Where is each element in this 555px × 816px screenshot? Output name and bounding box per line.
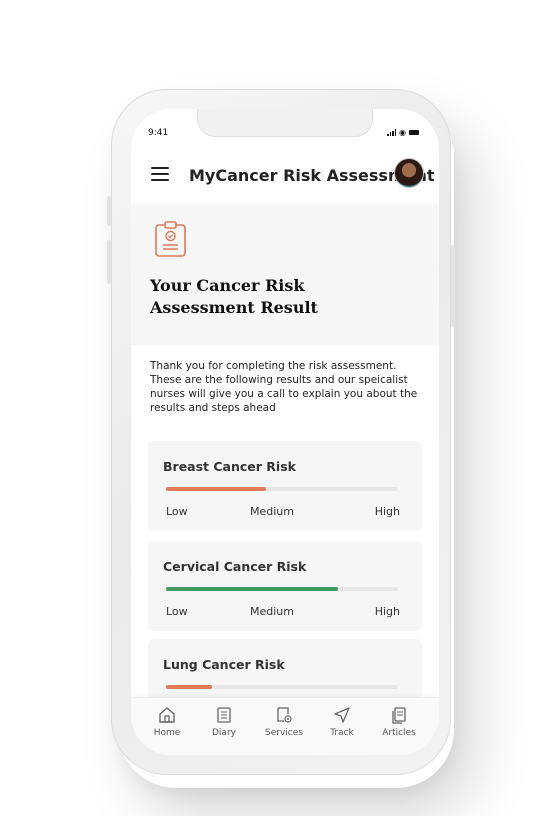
hamburger-menu-icon[interactable]: [151, 167, 169, 181]
side-button: [107, 240, 111, 284]
nav-label: Articles: [382, 728, 416, 738]
clipboard-check-icon: [154, 220, 187, 262]
nav-articles[interactable]: Articles: [371, 706, 427, 738]
nav-home[interactable]: Home: [139, 706, 195, 738]
result-banner: Your Cancer Risk Assessment Result: [131, 205, 439, 345]
risk-label-medium: Medium: [250, 505, 294, 518]
nav-services[interactable]: Services: [256, 706, 312, 738]
home-icon: [159, 707, 175, 723]
risk-label-low: Low: [166, 605, 188, 618]
risk-label-high: High: [374, 605, 400, 618]
risk-bar: [166, 685, 398, 689]
risk-card-breast: Breast Cancer Risk Low Medium High: [148, 441, 422, 531]
side-button: [107, 196, 111, 226]
battery-icon: [409, 130, 419, 135]
avatar[interactable]: [394, 158, 424, 188]
services-icon: [277, 707, 292, 723]
risk-label-medium: Medium: [250, 605, 294, 618]
nav-label: Track: [330, 728, 354, 738]
nav-label: Home: [153, 728, 181, 738]
articles-icon: [392, 707, 406, 724]
status-time: 9:41: [148, 128, 169, 138]
risk-title: Lung Cancer Risk: [163, 657, 285, 672]
nav-track[interactable]: Track: [314, 706, 370, 738]
app-header: MyCancer Risk Assessment: [131, 149, 439, 203]
side-button: [451, 245, 455, 327]
nav-label: Services: [265, 728, 303, 738]
risk-title: Breast Cancer Risk: [163, 459, 296, 474]
risk-bar: [166, 587, 398, 591]
risk-card-cervical: Cervical Cancer Risk Low Medium High: [148, 541, 422, 631]
risk-bar-fill: [166, 587, 338, 591]
intro-text: Thank you for completing the risk assess…: [150, 360, 418, 414]
risk-bar-fill: [166, 487, 266, 491]
risk-bar-fill: [166, 685, 213, 689]
diary-icon: [217, 707, 231, 723]
risk-title: Cervical Cancer Risk: [163, 559, 307, 574]
nav-diary[interactable]: Diary: [196, 706, 252, 738]
risk-label-low: Low: [166, 505, 188, 518]
wifi-icon: ◉: [399, 128, 406, 137]
notch: [197, 109, 373, 137]
track-icon: [334, 707, 350, 723]
phone-screen: 9:41 ◉ MyCancer Risk Assessment Your Can…: [131, 109, 439, 755]
signal-icon: [387, 129, 397, 136]
nav-label: Diary: [212, 728, 236, 738]
bottom-nav: Home Diary Services Track Articles: [131, 697, 439, 755]
risk-label-high: High: [374, 505, 400, 518]
status-icons: ◉: [387, 128, 419, 137]
result-title: Your Cancer Risk Assessment Result: [150, 276, 318, 317]
risk-bar: [166, 487, 398, 491]
